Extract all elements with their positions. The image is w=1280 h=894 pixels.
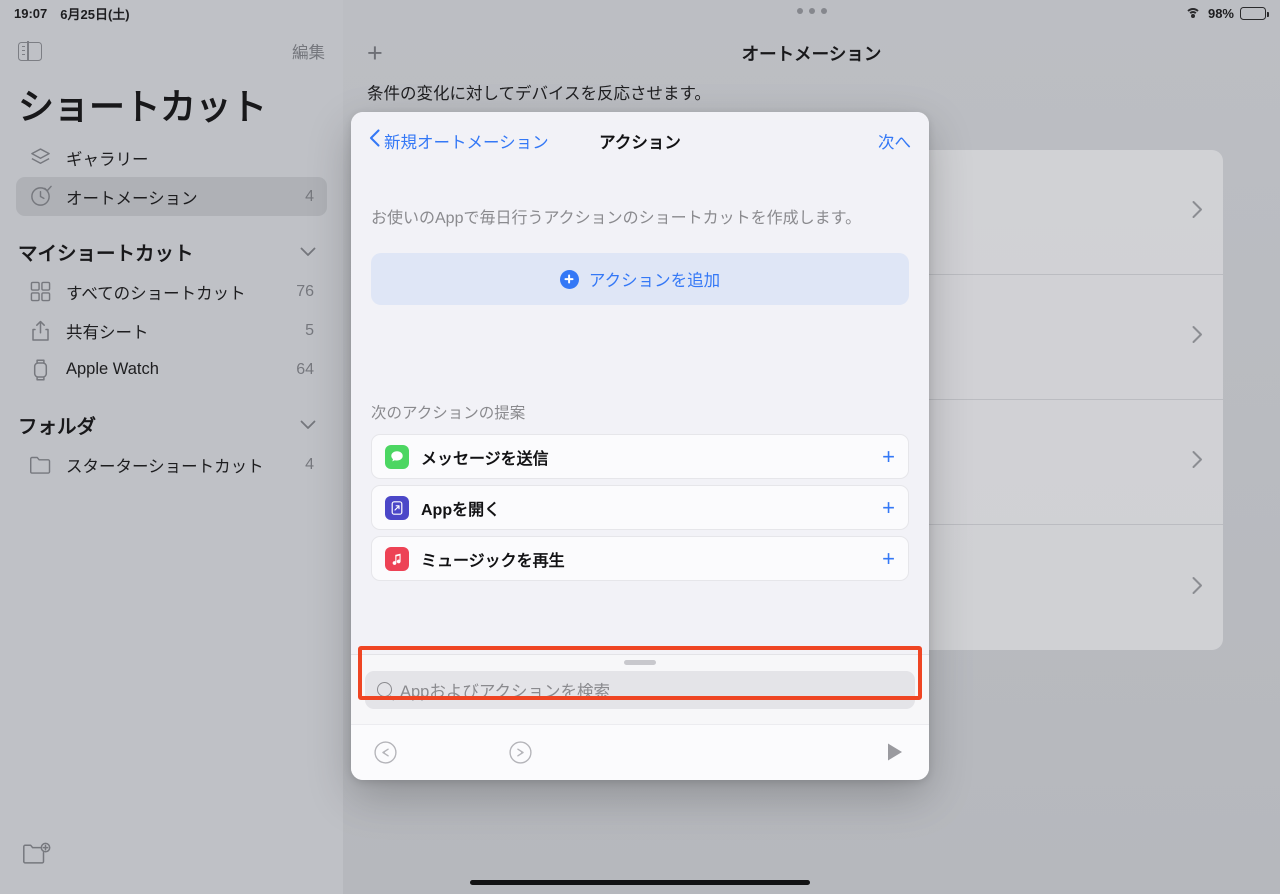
app-title: ショートカット: [18, 86, 267, 127]
sidebar-section-label: マイショートカット: [18, 242, 194, 265]
sidebar-item-share-sheet[interactable]: 共有シート 5: [16, 311, 327, 350]
share-icon: [27, 318, 53, 344]
search-bar-container: Appおよびアクションを検索: [351, 646, 929, 724]
search-input[interactable]: Appおよびアクションを検索: [365, 670, 915, 709]
suggestion-label: ミュージックを再生: [421, 552, 565, 570]
sidebar-item-label: ギャラリー: [66, 150, 149, 169]
page-title: オートメーション: [741, 43, 882, 64]
messages-app-icon: [385, 444, 409, 469]
chevron-right-icon: [1192, 201, 1203, 224]
chevron-right-icon: [1192, 451, 1203, 474]
folder-icon: [27, 452, 53, 478]
sidebar-item-count: 64: [296, 360, 314, 378]
sidebar-item-label: スターターショートカット: [66, 457, 264, 476]
chevron-down-icon[interactable]: [300, 413, 316, 436]
sidebar-item-apple-watch[interactable]: Apple Watch 64: [16, 350, 327, 389]
sidebar-item-gallery[interactable]: ギャラリー: [16, 138, 327, 177]
sidebar-item-count: 76: [296, 282, 314, 300]
sidebar-section-label: フォルダ: [18, 415, 97, 438]
home-indicator: [470, 880, 810, 885]
sheet-body: お使いのAppで毎日行うアクションのショートカットを作成します。 アクションを追…: [351, 170, 929, 654]
suggestion-row-play-music[interactable]: ミュージックを再生 +: [371, 536, 909, 581]
search-icon: [377, 682, 392, 697]
undo-icon[interactable]: [373, 740, 398, 765]
sidebar-item-starter-shortcuts[interactable]: スターターショートカット 4: [16, 445, 327, 484]
sidebar-section-my-shortcuts[interactable]: マイショートカット: [16, 230, 327, 272]
sheet-header: 新規オートメーション アクション 次へ: [351, 112, 929, 170]
chevron-right-icon: [1192, 326, 1203, 349]
new-folder-button[interactable]: [22, 842, 52, 866]
sidebar-toolbar: 編集: [0, 36, 343, 66]
new-automation-action-sheet: 新規オートメーション アクション 次へ お使いのAppで毎日行うアクションのショ…: [351, 112, 929, 780]
sidebar-item-label: Apple Watch: [66, 360, 159, 378]
sidebar-item-automation[interactable]: オートメーション 4: [16, 177, 327, 216]
watch-icon: [27, 357, 53, 383]
status-bar-left: 19:07 6月25日(土): [0, 4, 130, 23]
clock-check-icon: [27, 184, 53, 210]
redo-icon[interactable]: [508, 740, 533, 765]
back-button-label: 新規オートメーション: [384, 134, 549, 152]
sheet-toolbar: [351, 724, 929, 780]
chevron-left-icon: [369, 129, 380, 151]
sidebar-item-count: 4: [305, 455, 314, 473]
plus-circle-icon: [559, 269, 579, 289]
suggestion-row-send-message[interactable]: メッセージを送信 +: [371, 434, 909, 479]
sheet-grabber-icon[interactable]: [624, 660, 656, 665]
status-time: 19:07: [14, 5, 48, 21]
sheet-description: お使いのAppで毎日行うアクションのショートカットを作成します。: [371, 210, 862, 227]
chevron-down-icon[interactable]: [300, 240, 316, 263]
suggestion-label: メッセージを送信: [421, 450, 549, 468]
sidebar: 編集 ショートカット ギャラリー オートメーション 4 マイショートカット すべ…: [0, 0, 343, 894]
sidebar-item-label: オートメーション: [66, 189, 198, 208]
suggestions-heading: 次のアクションの提案: [371, 405, 526, 422]
suggestion-label: Appを開く: [421, 501, 501, 519]
add-suggestion-button[interactable]: +: [882, 445, 895, 468]
suggestion-list: メッセージを送信 + Appを開く + ミュージックを再生 +: [371, 434, 909, 581]
suggestion-row-open-app[interactable]: Appを開く +: [371, 485, 909, 530]
wifi-icon: [1185, 7, 1202, 20]
add-suggestion-button[interactable]: +: [882, 547, 895, 570]
music-app-icon: [385, 546, 409, 571]
sidebar-toggle-icon[interactable]: [18, 40, 42, 62]
main-toolbar: + オートメーション: [343, 36, 1280, 70]
add-action-label: アクションを追加: [588, 272, 721, 290]
status-bar-right: 98%: [1185, 6, 1280, 21]
sidebar-item-count: 5: [305, 321, 314, 339]
ipad-screen: 19:07 6月25日(土) 98% + オートメーション 条件の変化に対してデ…: [0, 0, 1280, 894]
gallery-icon: [27, 145, 53, 171]
sidebar-item-all-shortcuts[interactable]: すべてのショートカット 76: [16, 272, 327, 311]
status-bar: 19:07 6月25日(土) 98%: [0, 0, 1280, 26]
edit-button[interactable]: 編集: [292, 39, 325, 63]
play-icon[interactable]: [882, 740, 907, 765]
sidebar-item-count: 4: [305, 187, 314, 205]
back-button[interactable]: 新規オートメーション: [369, 129, 549, 153]
chevron-right-icon: [1192, 576, 1203, 599]
next-button[interactable]: 次へ: [878, 129, 911, 153]
sidebar-item-label: すべてのショートカット: [66, 284, 246, 303]
battery-icon: [1240, 6, 1269, 20]
page-subtitle: 条件の変化に対してデバイスを反応させます。: [367, 85, 711, 103]
sidebar-section-folders[interactable]: フォルダ: [16, 403, 327, 445]
sidebar-list: ギャラリー オートメーション 4 マイショートカット すべてのショートカット 7…: [0, 138, 343, 484]
sidebar-item-label: 共有シート: [66, 323, 149, 342]
add-suggestion-button[interactable]: +: [882, 496, 895, 519]
grid-icon: [27, 279, 53, 305]
status-date: 6月25日(土): [60, 6, 130, 22]
open-app-icon: [385, 495, 409, 520]
search-placeholder: Appおよびアクションを検索: [400, 682, 611, 701]
add-action-button[interactable]: アクションを追加: [371, 253, 909, 305]
battery-percent: 98%: [1207, 5, 1234, 21]
